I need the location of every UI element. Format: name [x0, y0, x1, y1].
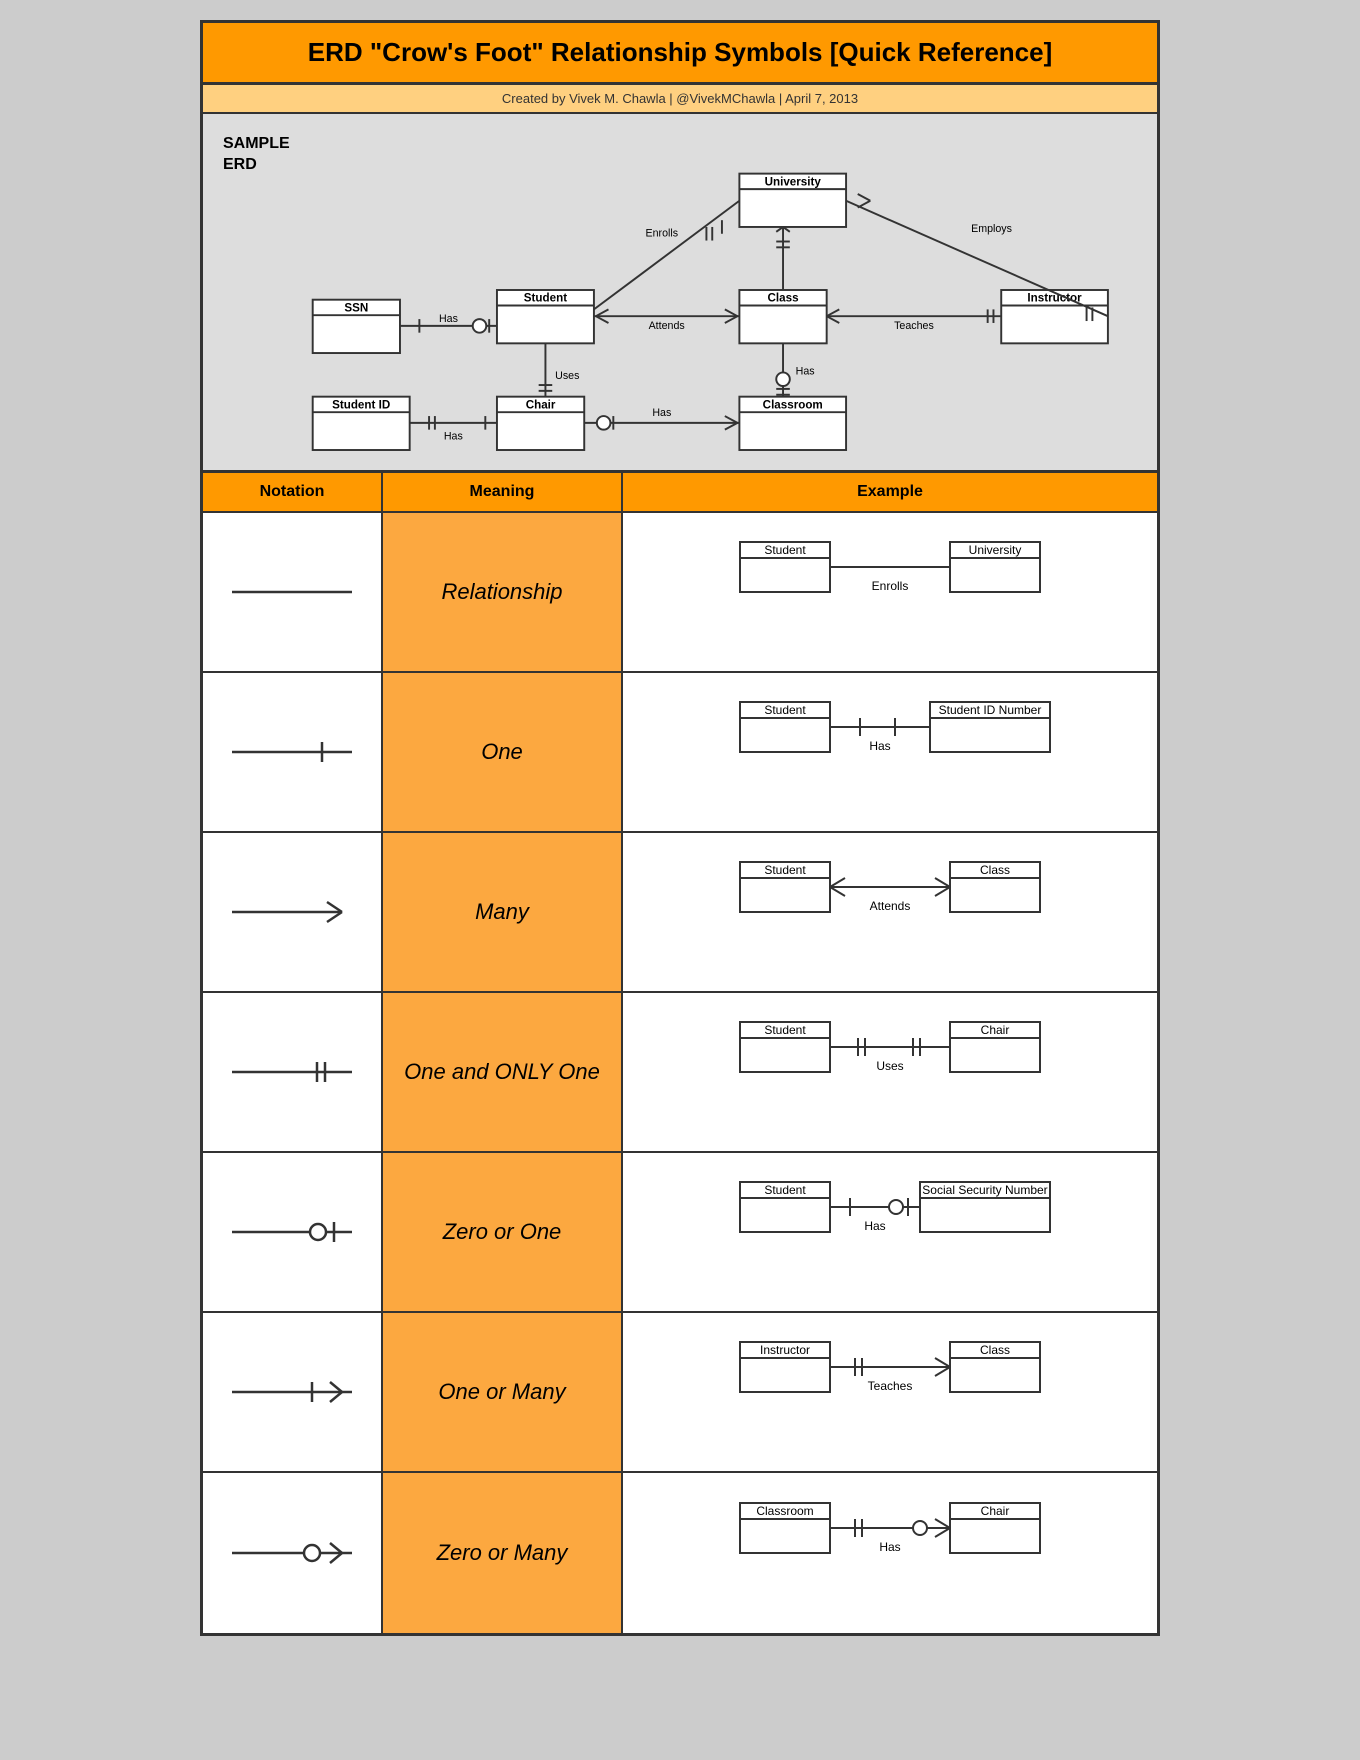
notation-one [203, 673, 383, 831]
svg-text:Student: Student [764, 863, 806, 877]
svg-text:Has: Has [652, 407, 671, 419]
svg-text:Has: Has [439, 313, 458, 325]
erd-label: SAMPLEERD [223, 134, 290, 176]
example-one-only: Student Chair Uses [623, 993, 1157, 1151]
svg-text:Classroom: Classroom [763, 398, 823, 411]
example-relationship: Student University Enrolls [623, 513, 1157, 671]
svg-text:Student: Student [764, 543, 806, 557]
svg-text:Uses: Uses [555, 370, 579, 382]
table-header: Notation Meaning Example [203, 473, 1157, 513]
header-notation: Notation [203, 473, 383, 511]
svg-text:Enrolls: Enrolls [872, 579, 909, 593]
erd-canvas: SSN Student ID Student Chair University [303, 130, 1137, 450]
page: ERD "Crow's Foot" Relationship Symbols [… [200, 20, 1160, 1636]
page-title: ERD "Crow's Foot" Relationship Symbols [… [203, 23, 1157, 85]
notation-zero-or-many [203, 1473, 383, 1633]
meaning-one: One [383, 673, 623, 831]
svg-text:Student: Student [764, 1183, 806, 1197]
example-zero-or-many: Classroom Chair Has [623, 1473, 1157, 1633]
table-section: Notation Meaning Example Relationship St… [203, 473, 1157, 1633]
svg-text:Student: Student [764, 1023, 806, 1037]
svg-text:Has: Has [879, 1540, 900, 1554]
svg-text:Student: Student [764, 703, 806, 717]
svg-text:Class: Class [768, 292, 799, 305]
svg-text:Classroom: Classroom [756, 1504, 813, 1518]
erd-sample-section: SAMPLEERD SSN Student ID Student Cha [203, 114, 1157, 473]
svg-text:Student ID: Student ID [332, 398, 390, 411]
notation-many [203, 833, 383, 991]
meaning-many: Many [383, 833, 623, 991]
svg-text:Class: Class [980, 863, 1010, 877]
svg-text:Class: Class [980, 1343, 1010, 1357]
svg-text:Enrolls: Enrolls [646, 228, 679, 240]
svg-text:Student: Student [524, 292, 567, 305]
svg-text:Has: Has [869, 739, 890, 753]
table-row-relationship: Relationship Student University Enrolls [203, 513, 1157, 673]
svg-text:Has: Has [796, 365, 815, 377]
svg-text:Student ID Number: Student ID Number [939, 703, 1042, 717]
svg-text:University: University [969, 543, 1022, 557]
meaning-zero-or-one: Zero or One [383, 1153, 623, 1311]
table-row-one-or-many: One or Many Instructor Class Te [203, 1313, 1157, 1473]
erd-lines-svg: SSN Student ID Student Chair University [303, 130, 1137, 450]
notation-one-or-many [203, 1313, 383, 1471]
svg-text:SSN: SSN [344, 301, 368, 314]
table-row-one-only: One and ONLY One Student Chair [203, 993, 1157, 1153]
subtitle-bar: Created by Vivek M. Chawla | @VivekMChaw… [203, 85, 1157, 114]
table-row-zero-or-many: Zero or Many Classroom Chair [203, 1473, 1157, 1633]
svg-text:Instructor: Instructor [760, 1343, 810, 1357]
meaning-zero-or-many: Zero or Many [383, 1473, 623, 1633]
svg-text:Has: Has [864, 1219, 885, 1233]
table-row-zero-or-one: Zero or One Student Social Security Numb… [203, 1153, 1157, 1313]
notation-relationship [203, 513, 383, 671]
svg-text:Uses: Uses [876, 1059, 903, 1073]
svg-text:Chair: Chair [981, 1504, 1010, 1518]
svg-text:Employs: Employs [971, 223, 1012, 235]
meaning-one-only: One and ONLY One [383, 993, 623, 1151]
example-zero-or-one: Student Social Security Number Has [623, 1153, 1157, 1311]
notation-zero-or-one [203, 1153, 383, 1311]
svg-text:Attends: Attends [870, 899, 911, 913]
example-one-or-many: Instructor Class Teaches [623, 1313, 1157, 1471]
example-many: Student Class Attends [623, 833, 1157, 991]
notation-one-only [203, 993, 383, 1151]
example-one: Student Student ID Number Has [623, 673, 1157, 831]
svg-text:Social Security Number: Social Security Number [922, 1183, 1047, 1197]
svg-text:University: University [765, 175, 822, 188]
table-row-one: One Student Student ID Number Has [203, 673, 1157, 833]
header-example: Example [623, 473, 1157, 511]
svg-text:Chair: Chair [526, 398, 556, 411]
svg-text:Teaches: Teaches [894, 320, 934, 332]
svg-text:Teaches: Teaches [868, 1379, 913, 1393]
table-row-many: Many Student Class Attends [203, 833, 1157, 993]
meaning-relationship: Relationship [383, 513, 623, 671]
svg-text:Attends: Attends [649, 320, 685, 332]
meaning-one-or-many: One or Many [383, 1313, 623, 1471]
header-meaning: Meaning [383, 473, 623, 511]
svg-text:Chair: Chair [981, 1023, 1010, 1037]
svg-text:Has: Has [444, 430, 463, 442]
